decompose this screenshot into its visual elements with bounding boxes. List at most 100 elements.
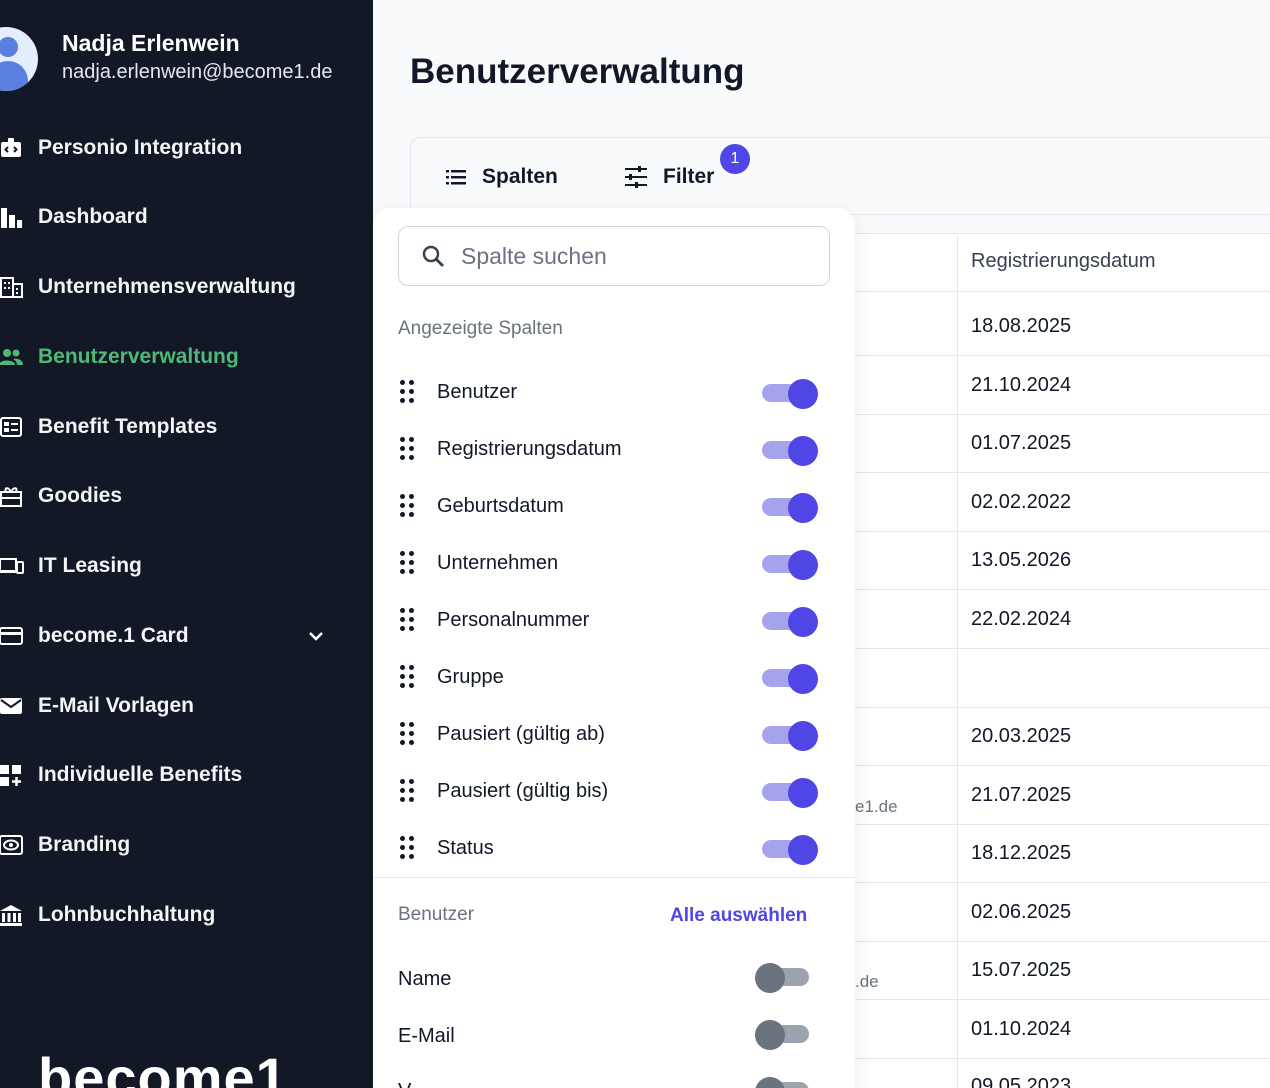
column-option-label: Geburtsdatum	[437, 495, 564, 517]
column-option-label: Pausiert (gültig ab)	[437, 723, 605, 745]
column-toggle[interactable]	[760, 436, 818, 466]
sidebar-item-branding[interactable]: Branding	[0, 823, 373, 867]
registration-date-cell: 13.05.2026	[971, 549, 1072, 571]
mail-icon	[0, 691, 26, 721]
sub-column-label: V	[398, 1080, 411, 1088]
sidebar-item-goodies[interactable]: Goodies	[0, 474, 373, 518]
sidebar-item-benefit-templates[interactable]: Benefit Templates	[0, 405, 373, 449]
tune-icon	[625, 166, 647, 188]
column-option[interactable]: Unternehmen	[398, 541, 830, 585]
sidebar-item-label: Benefit Templates	[38, 415, 218, 438]
select-all-link[interactable]: Alle auswählen	[670, 905, 807, 927]
template-icon	[0, 412, 26, 442]
sidebar-item-label: E-Mail Vorlagen	[38, 694, 194, 717]
sub-column-toggle[interactable]	[755, 1077, 811, 1088]
column-toggle[interactable]	[760, 778, 818, 808]
sidebar-item-label: Benutzerverwaltung	[38, 345, 239, 368]
chevron-down-icon[interactable]	[304, 624, 328, 648]
column-toggle[interactable]	[760, 379, 818, 409]
registration-date-cell: 18.12.2025	[971, 842, 1072, 864]
registration-date-cell: 21.07.2025	[971, 784, 1072, 806]
sidebar-item-lohnbuchhaltung[interactable]: Lohnbuchhaltung	[0, 893, 373, 937]
sidebar-item-label: Unternehmensverwaltung	[38, 275, 296, 298]
avatar	[0, 27, 38, 91]
sidebar-item-email-vorlagen[interactable]: E-Mail Vorlagen	[0, 684, 373, 728]
sidebar-item-label: Personio Integration	[38, 136, 243, 159]
email-cell: .de	[855, 972, 879, 991]
registration-date-cell: 20.03.2025	[971, 725, 1072, 747]
column-option[interactable]: Geburtsdatum	[398, 484, 830, 528]
become1-logo: become1	[38, 1046, 288, 1088]
columns-button-label: Spalten	[482, 165, 558, 188]
building-icon	[0, 272, 26, 302]
column-toggle[interactable]	[760, 664, 818, 694]
drag-handle-icon[interactable]	[400, 836, 416, 862]
search-icon	[422, 245, 444, 267]
devices-icon	[0, 551, 26, 581]
gift-icon	[0, 481, 26, 511]
sub-column-toggle[interactable]	[755, 963, 811, 993]
column-option[interactable]: Personalnummer	[398, 598, 830, 642]
drag-handle-icon[interactable]	[400, 551, 416, 577]
user-name: Nadja Erlenwein	[62, 30, 240, 56]
column-option[interactable]: Pausiert (gültig ab)	[398, 712, 830, 756]
table-toolbar: Spalten Filter	[410, 137, 1270, 215]
registration-date-cell: 01.07.2025	[971, 432, 1072, 454]
registration-date-cell: 21.10.2024	[971, 374, 1072, 396]
column-option[interactable]: Gruppe	[398, 655, 830, 699]
column-option[interactable]: Status	[398, 826, 830, 870]
column-option-label: Personalnummer	[437, 609, 590, 631]
registration-date-cell: 02.02.2022	[971, 491, 1072, 513]
columns-popover: Angezeigte Spalten Benutzer Registrierun…	[373, 208, 855, 1088]
sidebar-item-label: Branding	[38, 833, 131, 856]
column-toggle[interactable]	[760, 550, 818, 580]
drag-handle-icon[interactable]	[400, 380, 416, 406]
column-option-label: Unternehmen	[437, 552, 559, 574]
column-search[interactable]	[398, 226, 830, 286]
filter-button[interactable]: Filter	[623, 162, 714, 192]
sidebar-item-benutzerverwaltung[interactable]: Benutzerverwaltung	[0, 335, 373, 379]
filter-button-label: Filter	[663, 165, 715, 188]
column-option[interactable]: Registrierungsdatum	[398, 427, 830, 471]
page-title: Benutzerverwaltung	[410, 52, 745, 91]
shown-columns-title: Angezeigte Spalten	[398, 318, 563, 339]
column-toggle[interactable]	[760, 721, 818, 751]
drag-handle-icon[interactable]	[400, 608, 416, 634]
column-option[interactable]: Benutzer	[398, 370, 830, 414]
user-profile[interactable]: Nadja Erlenwein nadja.erlenwein@become1.…	[0, 22, 373, 91]
drag-handle-icon[interactable]	[400, 722, 416, 748]
sidebar-item-individuelle-benefits[interactable]: Individuelle Benefits	[0, 753, 373, 797]
code-badge-icon	[0, 133, 26, 163]
widgets-add-icon	[0, 760, 26, 790]
drag-handle-icon[interactable]	[400, 665, 416, 691]
sidebar-item-it-leasing[interactable]: IT Leasing	[0, 544, 373, 588]
column-header-registrierungsdatum[interactable]: Registrierungsdatum	[971, 250, 1156, 273]
user-email: nadja.erlenwein@become1.de	[62, 61, 333, 83]
columns-button[interactable]: Spalten	[444, 162, 558, 192]
sidebar-item-unternehmensverwaltung[interactable]: Unternehmensverwaltung	[0, 265, 373, 309]
column-option[interactable]: Pausiert (gültig bis)	[398, 769, 830, 813]
column-toggle[interactable]	[760, 493, 818, 523]
popover-divider	[373, 877, 855, 878]
registration-date-cell: 22.02.2024	[971, 608, 1072, 630]
sidebar-item-become1-card[interactable]: become.1 Card	[0, 614, 373, 658]
drag-handle-icon[interactable]	[400, 494, 416, 520]
registration-date-cell: 02.06.2025	[971, 901, 1072, 923]
benutzer-group-title: Benutzer	[398, 904, 475, 925]
registration-date-cell: 09.05.2023	[971, 1075, 1072, 1088]
column-toggle[interactable]	[760, 607, 818, 637]
bar-chart-icon	[0, 202, 26, 232]
column-toggle[interactable]	[760, 835, 818, 865]
sidebar-item-personio-integration[interactable]: Personio Integration	[0, 126, 373, 170]
sidebar-item-label: become.1 Card	[38, 624, 189, 647]
column-search-input[interactable]	[461, 239, 811, 273]
sub-column-toggle[interactable]	[755, 1020, 811, 1050]
column-option-label: Pausiert (gültig bis)	[437, 780, 609, 802]
sidebar-item-dashboard[interactable]: Dashboard	[0, 195, 373, 239]
column-option-label: Status	[437, 837, 494, 859]
users-icon	[0, 342, 26, 372]
email-cell: e1.de	[855, 797, 898, 816]
column-option-label: Registrierungsdatum	[437, 438, 622, 460]
drag-handle-icon[interactable]	[400, 779, 416, 805]
drag-handle-icon[interactable]	[400, 437, 416, 463]
